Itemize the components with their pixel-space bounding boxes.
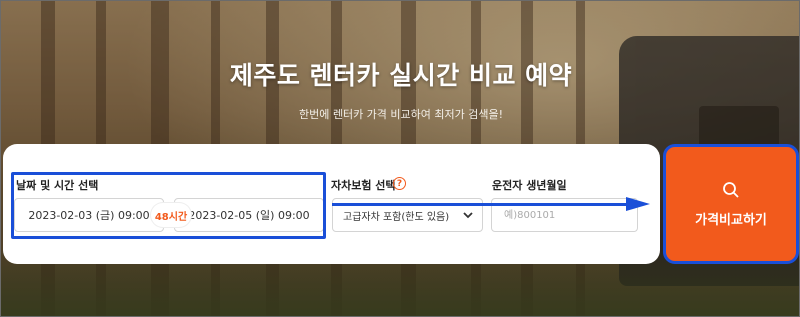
date-range-picker[interactable]: 2023-02-03 (금) 09:00 2023-02-05 (일) 09:0… — [14, 198, 325, 236]
end-date-field[interactable]: 2023-02-05 (일) 09:00 — [174, 198, 324, 232]
annotation-arrow-line — [332, 203, 632, 206]
annotation-arrow-head — [626, 197, 650, 211]
insurance-label: 자차보험 선택 — [331, 179, 396, 192]
chevron-down-icon — [463, 212, 473, 219]
page-title: 제주도 렌터카 실시간 비교 예약 — [229, 61, 573, 90]
birth-label: 운전자 생년월일 — [492, 179, 567, 192]
date-label: 날짜 및 시간 선택 — [16, 179, 99, 192]
help-icon[interactable]: ? — [393, 177, 406, 190]
duration-badge: 48시간 — [151, 203, 191, 227]
compare-button-label: 가격비교하기 — [695, 212, 767, 228]
hero-section: 제주도 렌터카 실시간 비교 예약 한번에 렌터카 가격 비교하여 최저가 검색… — [0, 0, 800, 317]
compare-prices-button[interactable]: 가격비교하기 — [663, 144, 799, 264]
start-date-field[interactable]: 2023-02-03 (금) 09:00 — [14, 198, 164, 232]
page-subtitle: 한번에 렌터카 가격 비교하여 최저가 검색을! — [298, 108, 504, 121]
search-icon — [723, 181, 739, 198]
insurance-selected-value: 고급자차 포함(한도 있음) — [343, 211, 450, 223]
